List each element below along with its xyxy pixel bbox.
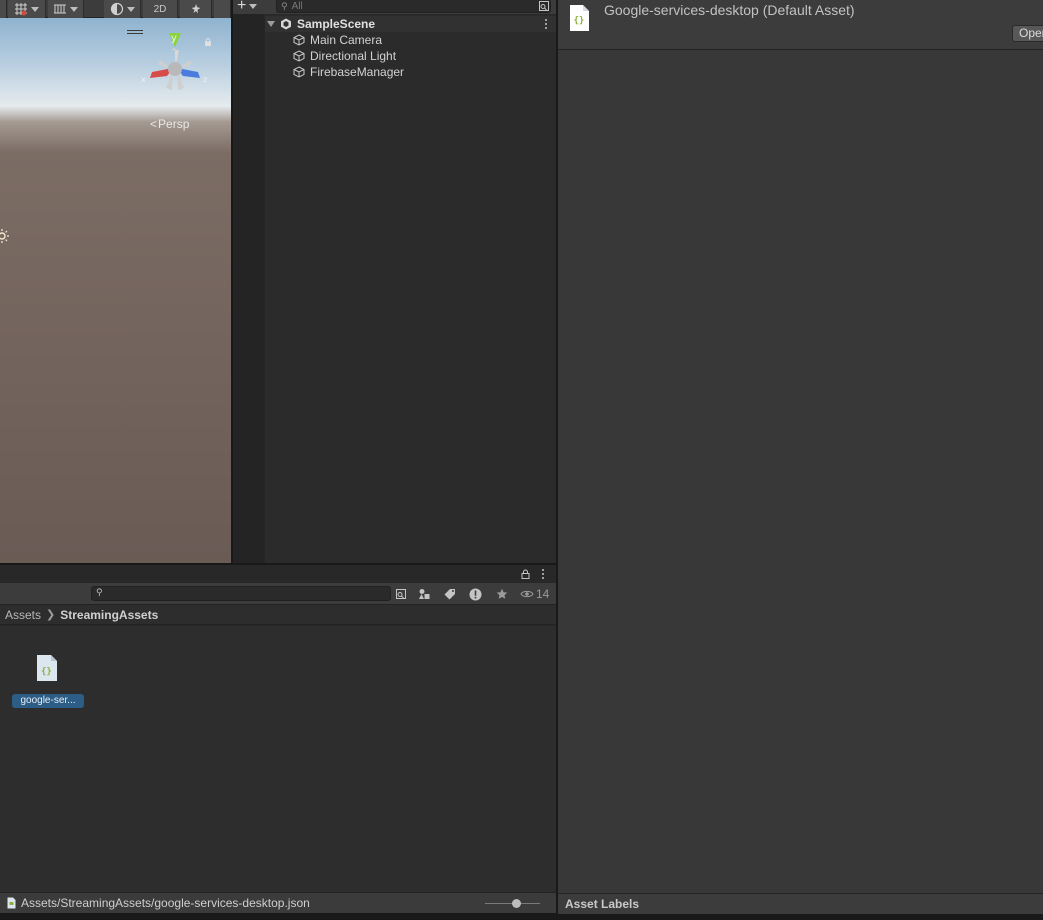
kebab-menu-icon[interactable]	[542, 569, 545, 581]
orientation-gizmo[interactable]: y x z	[140, 30, 210, 100]
toggle-2d-button[interactable]: 2D	[143, 0, 178, 18]
hierarchy-panel: + ⚲ All SampleScene Main Camera Directio…	[233, 0, 556, 563]
lock-icon[interactable]	[521, 569, 530, 579]
directional-light-icon[interactable]	[0, 228, 10, 244]
gameobject-cube-icon	[293, 50, 305, 62]
search-icon: ⚲	[281, 0, 288, 11]
svg-text:{}: {}	[574, 16, 585, 26]
search-filter-icon[interactable]	[538, 0, 550, 12]
scene-row[interactable]: SampleScene	[265, 16, 556, 32]
svg-text:{}: {}	[41, 667, 52, 677]
warning-circle-icon	[469, 588, 482, 600]
shading-sphere-icon	[110, 2, 123, 16]
ruler-grid-icon	[54, 4, 66, 14]
gizmo-y-label: y	[171, 33, 177, 44]
asset-item[interactable]: {} google-ser...	[12, 651, 84, 711]
search-icon: ⚲	[96, 587, 103, 597]
scene-toolbar: 2D	[0, 0, 231, 18]
shapes-icon	[418, 589, 429, 599]
chevron-right-icon: ❯	[46, 609, 56, 621]
inspector-panel: {} Google-services-desktop (Default Asse…	[558, 0, 1043, 920]
inspector-header: {} Google-services-desktop (Default Asse…	[558, 0, 1043, 50]
scene-view-panel: 2D y x z < Persp	[0, 0, 231, 563]
selected-asset-path: Assets/StreamingAssets/google-services-d…	[21, 896, 310, 910]
chevron-down-icon	[126, 6, 135, 12]
package-count: 14	[536, 587, 550, 601]
plus-icon: +	[237, 0, 247, 14]
gameobject-cube-icon	[293, 34, 305, 46]
unity-scene-icon	[281, 18, 291, 30]
hierarchy-gutter	[233, 14, 265, 563]
project-statusbar: Assets/StreamingAssets/google-services-d…	[0, 892, 556, 913]
project-search-input[interactable]: ⚲	[91, 586, 391, 601]
draw-mode-dropdown[interactable]	[104, 0, 141, 18]
grid-snap-icon	[15, 3, 27, 16]
chevron-down-icon	[70, 6, 78, 12]
window-bottom-strip	[558, 914, 1043, 920]
asset-labels-bar[interactable]: Asset Labels	[558, 893, 1043, 914]
hierarchy-item-firebase-manager[interactable]: FirebaseManager	[293, 64, 404, 80]
chevron-down-icon	[249, 3, 258, 9]
projection-toggle[interactable]: < Persp	[150, 117, 189, 131]
grid-snapping-dropdown[interactable]	[8, 0, 46, 18]
hierarchy-item-label: FirebaseManager	[310, 65, 405, 79]
eye-icon	[520, 590, 534, 598]
gizmo-x-label: x	[141, 75, 146, 84]
hierarchy-search-input[interactable]: ⚲ All	[276, 0, 551, 13]
perspective-icon: <	[150, 117, 158, 131]
lock-icon[interactable]	[204, 38, 212, 46]
json-file-icon: {}	[570, 5, 589, 31]
expand-triangle-icon[interactable]	[267, 21, 275, 27]
tag-icon	[444, 589, 455, 600]
lighting-icon	[191, 4, 200, 14]
breadcrumb-item-assets[interactable]: Assets	[5, 608, 41, 622]
search-by-type-button[interactable]	[413, 585, 434, 603]
icon-size-slider[interactable]	[485, 899, 540, 908]
scene-toolbar-overflow-button[interactable]	[0, 0, 7, 18]
breadcrumb-item-streaming-assets[interactable]: StreamingAssets	[60, 608, 158, 622]
asset-labels-heading: Asset Labels	[565, 897, 640, 911]
scene-audio-toggle[interactable]	[214, 0, 231, 18]
hierarchy-item-main-camera[interactable]: Main Camera	[293, 32, 382, 48]
inspector-title: Google-services-desktop (Default Asset)	[604, 2, 855, 18]
project-panel: ⚲ 14 Assets ❯ StreamingAssets {} google-…	[0, 565, 556, 920]
asset-grid[interactable]: {} google-ser...	[0, 626, 556, 892]
gizmo-z-label: z	[203, 75, 207, 84]
chevron-down-icon	[31, 6, 39, 12]
projection-label: Persp	[158, 117, 190, 131]
hierarchy-item-label: Main Camera	[310, 33, 383, 47]
project-toolbar: ⚲ 14	[0, 583, 556, 605]
search-filter-icon	[395, 589, 406, 599]
breadcrumb: Assets ❯ StreamingAssets	[0, 605, 556, 625]
hierarchy-tree[interactable]: SampleScene Main Camera Directional Ligh…	[265, 15, 556, 563]
asset-item-label: google-ser...	[12, 694, 84, 708]
window-bottom-strip	[0, 913, 556, 920]
favorites-button[interactable]	[491, 585, 512, 603]
scene-lighting-toggle[interactable]	[180, 0, 212, 18]
hierarchy-item-label: Directional Light	[310, 49, 397, 63]
slider-handle[interactable]	[512, 899, 521, 908]
search-by-label-button[interactable]	[439, 585, 460, 603]
json-file-icon	[7, 897, 16, 909]
open-button[interactable]: Open	[1012, 25, 1043, 42]
json-file-icon: {}	[37, 655, 57, 681]
hierarchy-search-placeholder: All	[291, 0, 303, 12]
kebab-menu-icon[interactable]	[545, 19, 548, 31]
hidden-packages-toggle[interactable]: 14	[520, 587, 549, 601]
gameobject-cube-icon	[293, 66, 305, 78]
scene-name: SampleScene	[297, 17, 376, 31]
create-dropdown[interactable]: +	[237, 0, 258, 14]
star-icon	[496, 588, 507, 599]
hierarchy-toolbar: + ⚲ All	[233, 0, 556, 14]
hierarchy-item-directional-light[interactable]: Directional Light	[293, 48, 396, 64]
search-in-dropdown[interactable]	[390, 585, 411, 603]
project-titlebar	[0, 565, 556, 583]
search-log-button[interactable]	[465, 585, 486, 603]
increment-snap-dropdown[interactable]	[48, 0, 84, 18]
toggle-2d-label: 2D	[153, 3, 167, 15]
